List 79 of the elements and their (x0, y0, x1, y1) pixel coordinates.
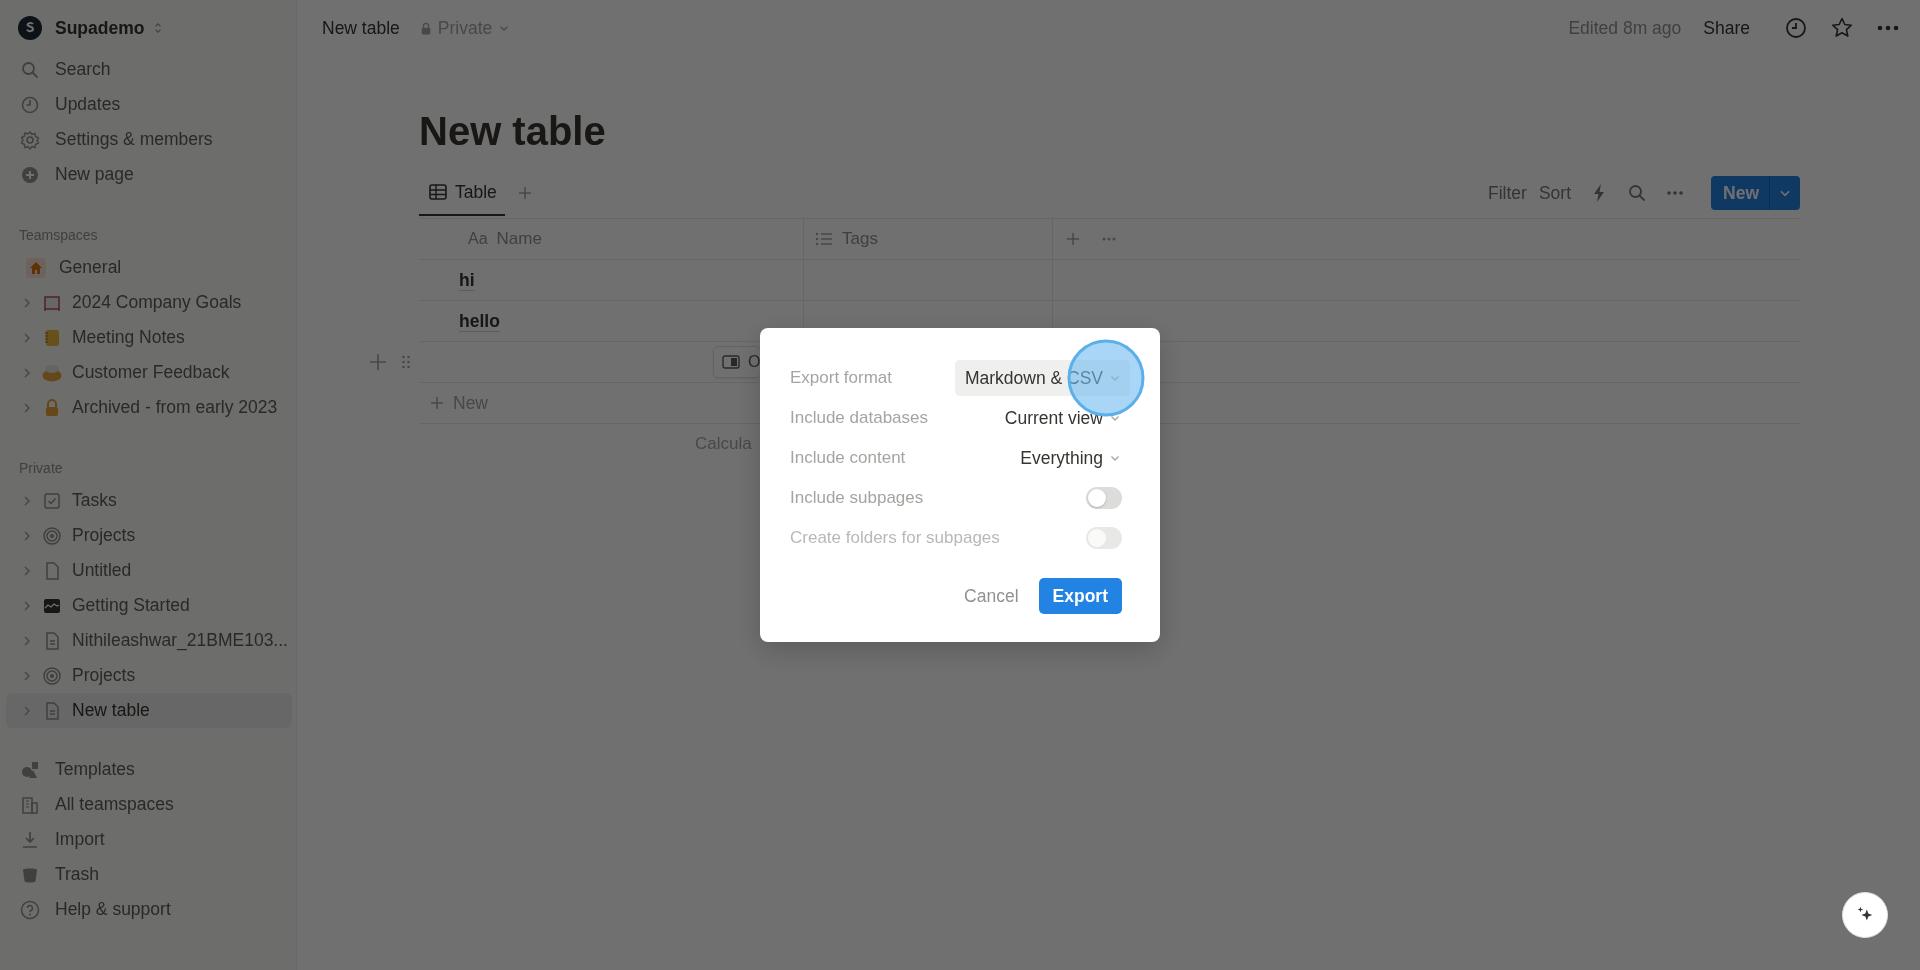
drag-handle-icon[interactable] (401, 354, 411, 370)
house-icon (26, 257, 46, 278)
download-icon (20, 829, 40, 850)
sidebar-item[interactable]: Untitled (6, 553, 292, 588)
view-tab[interactable]: Table (419, 170, 505, 216)
export-button[interactable]: Export (1038, 578, 1122, 614)
option-label: Create folders for subpages (790, 528, 1000, 548)
plus-circle-icon (20, 164, 40, 185)
settings-icon (20, 129, 40, 150)
clock-icon (20, 94, 40, 115)
lock-icon (419, 20, 432, 36)
breadcrumb-link[interactable]: New table (322, 17, 400, 39)
workspace-logo-icon (18, 16, 42, 40)
help-icon (20, 899, 40, 920)
chevron-icon (22, 703, 32, 718)
side-panel-icon (722, 355, 740, 369)
sidebar-item[interactable]: Meeting Notes (6, 320, 292, 355)
add-view-icon[interactable] (516, 185, 533, 201)
chevron-icon (22, 295, 32, 310)
sidebar-item[interactable]: Updates (6, 87, 292, 122)
chevron-icon (22, 330, 32, 345)
sidebar-item[interactable]: General (6, 250, 292, 285)
chevron-icon (22, 365, 32, 380)
search-icon (20, 59, 40, 80)
sidebar-item[interactable]: Search (6, 52, 292, 87)
option-label: Include content (790, 448, 906, 468)
shapes-icon (20, 759, 40, 780)
sidebar-item[interactable]: Import (6, 822, 292, 857)
page-title: New table (419, 108, 607, 155)
sidebar-item[interactable]: All teamspaces (6, 787, 292, 822)
sidebar-item[interactable]: Projects (6, 518, 292, 553)
chevron-icon (22, 528, 32, 543)
sort-caret-icon (153, 21, 164, 35)
sidebar-item[interactable]: New table (6, 693, 292, 728)
star-icon[interactable] (1830, 16, 1854, 40)
clock-icon[interactable] (1784, 16, 1808, 40)
sidebar-item[interactable]: Archived - from early 2023 (6, 390, 292, 425)
chevron-icon (22, 563, 32, 578)
checkbox-icon (42, 490, 62, 511)
chevron-icon (22, 598, 32, 613)
target-icon (42, 525, 62, 546)
option-dropdown[interactable]: Everything (1010, 440, 1130, 476)
row-title[interactable]: hello (459, 310, 500, 332)
sidebar-item[interactable]: 2024 Company Goals (6, 285, 292, 320)
table-icon (428, 182, 448, 202)
notebook-icon (42, 327, 62, 348)
workspace-switcher[interactable]: Supademo (0, 8, 296, 48)
option-label: Include databases (790, 408, 928, 428)
chevron-icon (22, 668, 32, 683)
new-button[interactable]: New (1711, 176, 1800, 210)
option-label: Export format (790, 368, 893, 388)
building-icon (20, 794, 40, 815)
option-label: Include subpages (790, 488, 924, 508)
sidebar-item[interactable]: Help & support (6, 892, 292, 927)
share-button[interactable]: Share (1703, 17, 1750, 39)
plus-icon (429, 395, 445, 411)
add-column-icon[interactable] (1065, 231, 1081, 247)
sort-button[interactable]: Sort (1538, 182, 1571, 204)
sidebar-item[interactable]: Getting Started (6, 588, 292, 623)
cancel-button[interactable]: Cancel (964, 585, 1019, 607)
chevron-icon (22, 633, 32, 648)
sidebar-item[interactable]: Templates (6, 752, 292, 787)
target-icon (42, 665, 62, 686)
chevron-icon (22, 493, 32, 508)
sidebar-item[interactable]: Trash (6, 857, 292, 892)
filter-button[interactable]: Filter (1488, 182, 1527, 204)
option-dropdown[interactable]: Current view (994, 400, 1130, 436)
search-icon[interactable] (1627, 183, 1647, 203)
coin-icon (42, 362, 62, 383)
chevron-icon (22, 400, 32, 415)
row-title[interactable]: hi (459, 269, 475, 291)
add-row-icon[interactable] (369, 353, 387, 371)
sidebar-item[interactable]: Settings & members (6, 122, 292, 157)
sidebar-item[interactable]: Customer Feedback (6, 355, 292, 390)
sidebar-item[interactable]: Projects (6, 658, 292, 693)
sidebar-item[interactable]: Nithileashwar_21BME103... (6, 623, 292, 658)
toggle-switch[interactable] (1086, 487, 1122, 509)
sidebar-item[interactable]: New page (6, 157, 292, 192)
sidebar-item[interactable]: Tasks (6, 483, 292, 518)
